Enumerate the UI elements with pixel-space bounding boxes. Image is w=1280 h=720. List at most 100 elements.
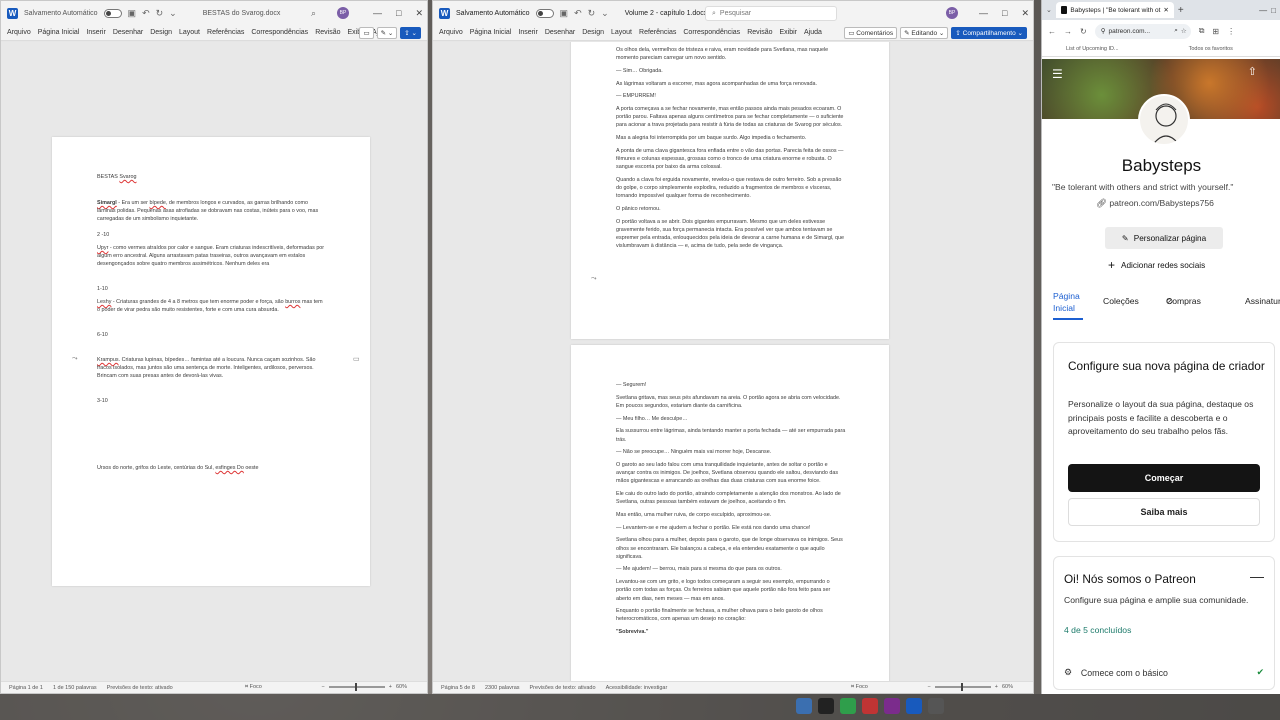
- document-page-upper[interactable]: Os olhos dela, vermelhos de tristeza e r…: [571, 42, 889, 339]
- redo-icon[interactable]: ↻: [588, 8, 596, 19]
- tab-close-icon[interactable]: ✕: [1163, 6, 1168, 14]
- creator-avatar[interactable]: [1138, 94, 1190, 146]
- menu-arquivo[interactable]: Arquivo: [439, 29, 463, 36]
- start-button[interactable]: Começar: [1068, 464, 1260, 492]
- zoom-level[interactable]: 60%: [1002, 684, 1013, 690]
- word-count[interactable]: 2300 palavras: [485, 685, 520, 691]
- search-icon[interactable]: ⌕: [311, 8, 316, 19]
- zoom-in-icon[interactable]: +: [389, 684, 392, 690]
- pen-icon[interactable]: ✎ ⌄: [376, 27, 398, 39]
- autosave-toggle[interactable]: [535, 8, 554, 18]
- more-icon[interactable]: ⌄: [601, 8, 609, 19]
- editing-mode-button[interactable]: ✎ Editando ⌄: [900, 27, 949, 39]
- menu-layout[interactable]: Layout: [179, 29, 200, 36]
- close-icon[interactable]: ✕: [415, 8, 423, 19]
- menu-design[interactable]: Design: [150, 29, 172, 36]
- undo-icon[interactable]: ↶: [574, 8, 582, 19]
- menu-ajuda[interactable]: Ajuda: [804, 29, 822, 36]
- menu-revisao[interactable]: Revisão: [747, 29, 772, 36]
- profile-icon[interactable]: ⊞: [1212, 27, 1219, 36]
- hamburger-menu-icon[interactable]: ☰: [1052, 67, 1063, 81]
- minimize-icon[interactable]: —: [1259, 6, 1267, 15]
- add-social-button[interactable]: + Adicionar redes sociais: [1108, 258, 1205, 272]
- document-page-lower[interactable]: — Segurem! Svetlana gritava, mas seus pé…: [571, 345, 889, 681]
- user-avatar[interactable]: BP: [946, 7, 958, 19]
- learn-more-button[interactable]: Saiba mais: [1068, 498, 1260, 526]
- app-icon[interactable]: [862, 698, 878, 714]
- document-canvas[interactable]: BESTAS Svarog Simargl - Era um ser bíped…: [1, 42, 427, 681]
- menu-pagina-inicial[interactable]: Página Inicial: [38, 29, 80, 36]
- share-icon[interactable]: ⇧: [1248, 65, 1257, 78]
- menu-pagina-inicial[interactable]: Página Inicial: [470, 29, 512, 36]
- document-canvas[interactable]: Os olhos dela, vermelhos de tristeza e r…: [433, 42, 1033, 681]
- document-page[interactable]: BESTAS Svarog Simargl - Era um ser bíped…: [52, 137, 370, 586]
- menu-exibir[interactable]: Exibir: [779, 29, 797, 36]
- more-icon[interactable]: ⌄: [169, 8, 177, 19]
- tab-assinaturas[interactable]: Assinaturas: [1245, 296, 1280, 306]
- word-count[interactable]: 1 de 150 palavras: [53, 685, 97, 691]
- app-icon[interactable]: [884, 698, 900, 714]
- page-count[interactable]: Página 5 de 8: [441, 685, 475, 691]
- maximize-icon[interactable]: □: [396, 8, 401, 18]
- menu-design[interactable]: Design: [582, 29, 604, 36]
- menu-correspondencias[interactable]: Correspondências: [683, 29, 740, 36]
- menu-referencias[interactable]: Referências: [207, 29, 244, 36]
- comment-bubble-icon[interactable]: ▭: [353, 355, 360, 363]
- bookmark-star-icon[interactable]: ☆: [1181, 27, 1191, 35]
- minimize-icon[interactable]: —: [979, 8, 988, 18]
- app-icon[interactable]: [928, 698, 944, 714]
- customize-page-button[interactable]: ✎ Personalizar página: [1105, 227, 1223, 249]
- menu-desenhar[interactable]: Desenhar: [545, 29, 575, 36]
- browser-icon[interactable]: [840, 698, 856, 714]
- menu-layout[interactable]: Layout: [611, 29, 632, 36]
- text-predictions[interactable]: Previsões de texto: ativado: [107, 685, 173, 691]
- user-avatar[interactable]: BP: [337, 7, 349, 19]
- address-bar[interactable]: ⚲ patreon.com... ⌕ ☆: [1094, 23, 1191, 39]
- tab-colecoes[interactable]: Coleções: [1103, 296, 1139, 306]
- page-count[interactable]: Página 1 de 1: [9, 685, 43, 691]
- forward-icon[interactable]: →: [1064, 27, 1072, 36]
- comment-marker-icon[interactable]: ⤳: [72, 355, 78, 363]
- autosave-toggle[interactable]: [103, 8, 122, 18]
- undo-icon[interactable]: ↶: [142, 8, 150, 19]
- zoom-icon[interactable]: ⌕: [1174, 27, 1178, 35]
- collapse-icon[interactable]: —: [1250, 568, 1264, 584]
- browser-tab-patreon[interactable]: Babysteps | "Be tolerant with ot ✕: [1055, 2, 1174, 18]
- menu-desenhar[interactable]: Desenhar: [113, 29, 143, 36]
- accessibility-check[interactable]: Acessibilidade: investigar: [606, 685, 668, 691]
- zoom-in-icon[interactable]: +: [995, 684, 998, 690]
- new-tab-icon[interactable]: +: [1178, 5, 1184, 16]
- app-icon[interactable]: [818, 698, 834, 714]
- close-icon[interactable]: ✕: [1021, 8, 1029, 19]
- tab-list-icon[interactable]: ⌄: [1046, 6, 1052, 14]
- minimize-icon[interactable]: —: [373, 8, 382, 18]
- zoom-out-icon[interactable]: −: [928, 684, 931, 690]
- focus-mode[interactable]: ⌗ Foco: [851, 684, 868, 691]
- widget-icon[interactable]: [796, 698, 812, 714]
- zoom-level[interactable]: 60%: [396, 684, 407, 690]
- comment-marker-icon[interactable]: ⤳: [591, 275, 597, 283]
- zoom-out-icon[interactable]: −: [322, 684, 325, 690]
- menu-inserir[interactable]: Inserir: [518, 29, 537, 36]
- comment-icon[interactable]: ▭: [359, 27, 374, 39]
- save-icon[interactable]: ▣: [560, 8, 569, 19]
- menu-referencias[interactable]: Referências: [639, 29, 676, 36]
- share-button[interactable]: ⇪ Compartilhamento ⌄: [951, 27, 1027, 39]
- bookmark-item[interactable]: List of Upcoming ID...: [1066, 46, 1119, 52]
- reload-icon[interactable]: ↻: [1080, 27, 1087, 36]
- menu-inserir[interactable]: Inserir: [86, 29, 105, 36]
- comments-button[interactable]: ▭ Comentários: [844, 27, 898, 39]
- redo-icon[interactable]: ↻: [156, 8, 164, 19]
- share-icon[interactable]: ⇪ ⌄: [400, 27, 421, 39]
- extensions-icon[interactable]: ⧉: [1199, 26, 1205, 36]
- back-icon[interactable]: ←: [1048, 27, 1056, 36]
- maximize-icon[interactable]: □: [1271, 6, 1280, 15]
- menu-dots-icon[interactable]: ⋮: [1227, 27, 1235, 36]
- focus-mode[interactable]: ⌗ Foco: [245, 684, 262, 691]
- maximize-icon[interactable]: □: [1002, 8, 1007, 18]
- save-icon[interactable]: ▣: [128, 8, 137, 19]
- zoom-slider[interactable]: [328, 683, 385, 691]
- search-box[interactable]: ⌕ Pesquisar: [705, 6, 837, 21]
- word-taskbar-icon[interactable]: [906, 698, 922, 714]
- document-title[interactable]: Volume 2 - capítulo 1.docx: [625, 10, 708, 17]
